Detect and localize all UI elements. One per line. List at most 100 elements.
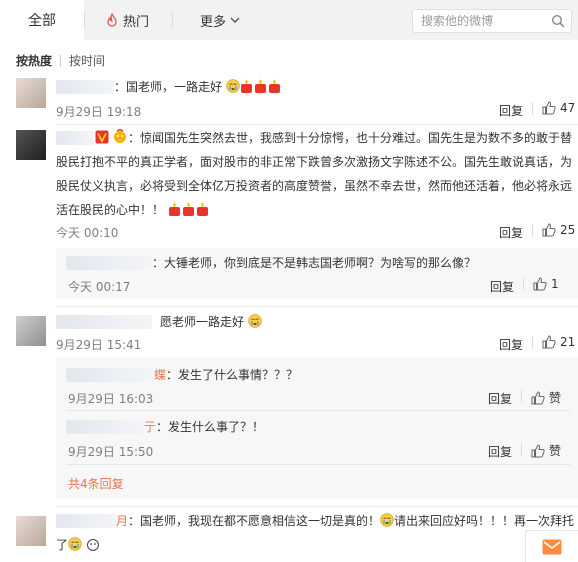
- comment-body: ：惊闻国先生突然去世，我感到十分惊愕，也十分难过。国先生是为数不多的敢于替股民打…: [56, 131, 573, 217]
- reply-text: 蝶：发生了什么事情？？？: [154, 363, 298, 387]
- comment-body: 愿老师一路走好: [160, 315, 245, 329]
- more-replies-link[interactable]: 共4条回复: [68, 475, 124, 492]
- blurred-username[interactable]: [66, 256, 152, 270]
- candle-icon: [182, 202, 194, 216]
- username-tail[interactable]: 蝶: [154, 368, 166, 382]
- search-icon[interactable]: [551, 14, 565, 28]
- reply-label: 回复: [488, 445, 513, 459]
- action-divider: [521, 390, 522, 403]
- candle-icon: [268, 79, 280, 93]
- candle-icon: [240, 79, 252, 93]
- sort-bar: 按热度 按时间: [16, 52, 105, 69]
- avatar[interactable]: [16, 316, 46, 346]
- sort-divider: [60, 54, 62, 67]
- candle-icon: [196, 202, 208, 216]
- comment-text: 愿老师一路走好: [160, 310, 262, 334]
- tab-hot-label: 热门: [123, 14, 150, 30]
- mail-icon: [542, 539, 562, 555]
- blurred-username[interactable]: [56, 315, 152, 329]
- reply-label: 回复: [490, 280, 515, 294]
- comment-text: ：惊闻国先生突然去世，我感到十分惊愕，也十分难过。国先生是为数不多的敢于替股民打…: [56, 126, 576, 222]
- like-count: 21: [560, 335, 576, 349]
- reply-label: 回复: [488, 392, 513, 406]
- like-count: 25: [560, 223, 576, 237]
- crying-face-icon: [68, 537, 82, 551]
- like-button[interactable]: 赞: [531, 389, 561, 406]
- thumbs-up-icon: [542, 335, 556, 349]
- reply-button[interactable]: 回复: [499, 336, 523, 353]
- crying-face-icon: [226, 79, 240, 93]
- crying-face-icon: [248, 314, 262, 328]
- candle-icon: [254, 79, 266, 93]
- reply-label: 回复: [499, 338, 524, 352]
- action-divider: [521, 443, 522, 456]
- reply-label: 回复: [499, 104, 524, 118]
- action-divider: [532, 102, 533, 115]
- crying-face-icon: [380, 513, 394, 527]
- comment-text: ：国老师，一路走好: [114, 75, 282, 99]
- divider: [56, 506, 578, 507]
- avatar[interactable]: [16, 78, 46, 108]
- reply-button[interactable]: 回复: [488, 390, 512, 407]
- tab-all[interactable]: 全部: [0, 0, 84, 40]
- blurred-username[interactable]: [66, 420, 144, 434]
- comment-text: 月：国老师，我现在都不愿意相信这一切是真的！ 请出来回应好吗！！！再一次拜托了: [56, 509, 576, 557]
- reply-body: ：发生了什么事情？？？: [166, 368, 299, 382]
- tab-more[interactable]: 更多: [200, 10, 240, 30]
- tab-hot[interactable]: 热门: [106, 10, 149, 30]
- sad-faces-icon: [87, 539, 100, 551]
- reply-button[interactable]: 回复: [499, 102, 523, 119]
- thumbs-up-icon: [542, 223, 556, 237]
- action-divider: [523, 278, 524, 291]
- reply-button[interactable]: 回复: [488, 443, 512, 460]
- reply-button[interactable]: 回复: [499, 224, 523, 241]
- reply-time: 9月29日 15:50: [68, 445, 154, 459]
- search-box[interactable]: [412, 9, 572, 33]
- thumbs-up-icon: [531, 390, 545, 404]
- like-button[interactable]: 25: [542, 223, 575, 237]
- action-divider: [532, 336, 533, 349]
- comment-time: 今天 00:10: [56, 226, 119, 240]
- candle-icon: [168, 202, 180, 216]
- thumbs-up-icon: [533, 277, 547, 291]
- divider: [56, 306, 578, 307]
- comment-body: ：国老师，一路走好: [114, 80, 223, 94]
- divider: [66, 410, 570, 411]
- username-tail[interactable]: 亍: [144, 420, 156, 434]
- reply-label: 回复: [499, 226, 524, 240]
- username-tail[interactable]: 月: [116, 514, 128, 528]
- like-label: 赞: [549, 444, 562, 458]
- tab-divider: [84, 12, 85, 28]
- reply-text: ：大锤老师，你到底是不是韩志国老师啊？为啥写的那么像？: [152, 256, 477, 270]
- comment-time: 9月29日 15:41: [56, 338, 142, 352]
- divider: [56, 124, 578, 125]
- chevron-down-icon: [230, 17, 240, 23]
- like-label: 赞: [549, 391, 562, 405]
- like-button[interactable]: 47: [542, 101, 575, 115]
- action-divider: [532, 224, 533, 237]
- like-button[interactable]: 赞: [531, 442, 561, 459]
- comment-body: ：国老师，我现在都不愿意相信这一切是真的！: [128, 514, 381, 528]
- divider: [66, 464, 570, 465]
- reply-time: 今天 00:17: [68, 280, 131, 294]
- blurred-username[interactable]: [66, 368, 154, 382]
- feedback-button[interactable]: [525, 530, 578, 562]
- like-count: 47: [560, 101, 576, 115]
- comment-body-cont: 请出来回应好吗！！！再一次拜: [394, 514, 563, 528]
- like-button[interactable]: 1: [533, 277, 559, 291]
- avatar[interactable]: [16, 516, 46, 546]
- thumbs-up-icon: [531, 443, 545, 457]
- reply-button[interactable]: 回复: [490, 278, 514, 295]
- sort-by-hot[interactable]: 按热度: [16, 52, 52, 69]
- tab-divider: [172, 12, 173, 28]
- avatar[interactable]: [16, 130, 46, 160]
- like-button[interactable]: 21: [542, 335, 575, 349]
- sort-by-time[interactable]: 按时间: [69, 52, 105, 69]
- reply-text: 亍：发生什么事了？！: [144, 415, 264, 439]
- tab-more-label: 更多: [200, 14, 227, 30]
- blurred-username[interactable]: [56, 80, 114, 94]
- reply-time: 9月29日 16:03: [68, 392, 154, 406]
- search-input[interactable]: [413, 10, 541, 32]
- like-count: 1: [551, 277, 559, 291]
- thumbs-up-icon: [542, 101, 556, 115]
